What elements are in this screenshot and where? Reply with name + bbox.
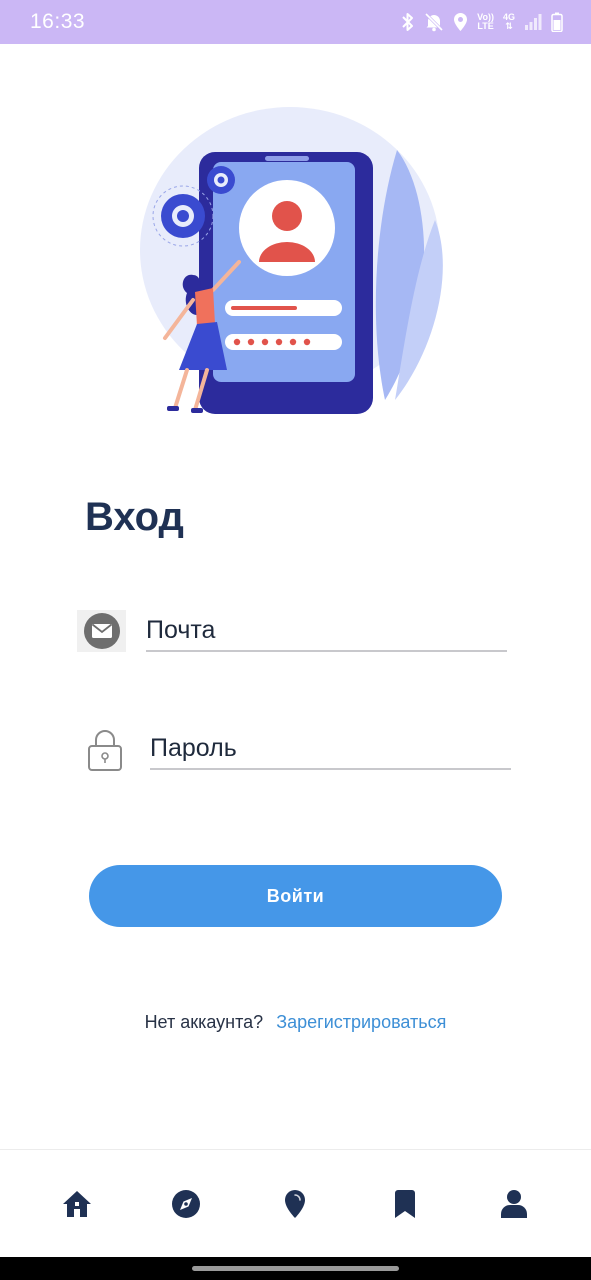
volte-indicator: Vo)) LTE [477,12,494,31]
nav-bookmarks[interactable] [375,1174,435,1234]
register-link[interactable]: Зарегистрироваться [276,1012,446,1032]
location-icon [454,13,468,31]
network-type-indicator: 4G ⇅ [502,12,515,31]
nav-profile[interactable] [484,1174,544,1234]
email-input[interactable] [146,614,507,652]
location-pin-icon [285,1189,306,1218]
signal-icon [525,14,542,30]
battery-icon [551,12,563,32]
home-icon [62,1190,91,1217]
bottom-nav [0,1149,591,1257]
system-gesture-bar [0,1257,591,1280]
mute-icon [425,12,444,32]
password-input[interactable] [150,732,511,770]
page-title: Вход [85,495,184,539]
gesture-handle[interactable] [192,1266,399,1271]
profile-icon [501,1189,528,1218]
compass-icon [172,1189,201,1218]
status-bar: 16:33 Vo)) LTE 4G ⇅ [0,0,591,44]
nav-home[interactable] [47,1174,107,1234]
login-button[interactable]: Войти [89,865,502,927]
bookmark-icon [394,1189,415,1218]
signup-row: Нет аккаунта? Зарегистрироваться [0,1012,591,1033]
nav-map[interactable] [265,1174,325,1234]
no-account-text: Нет аккаунта? [144,1012,264,1032]
status-icons: Vo)) LTE 4G ⇅ [401,12,563,32]
email-icon [77,610,126,652]
email-field-group [77,610,517,660]
nav-explore[interactable] [156,1174,216,1234]
password-field-group [87,726,517,776]
login-illustration [140,107,443,414]
bluetooth-icon [402,13,414,31]
lock-icon [87,728,123,772]
status-time: 16:33 [30,10,86,33]
